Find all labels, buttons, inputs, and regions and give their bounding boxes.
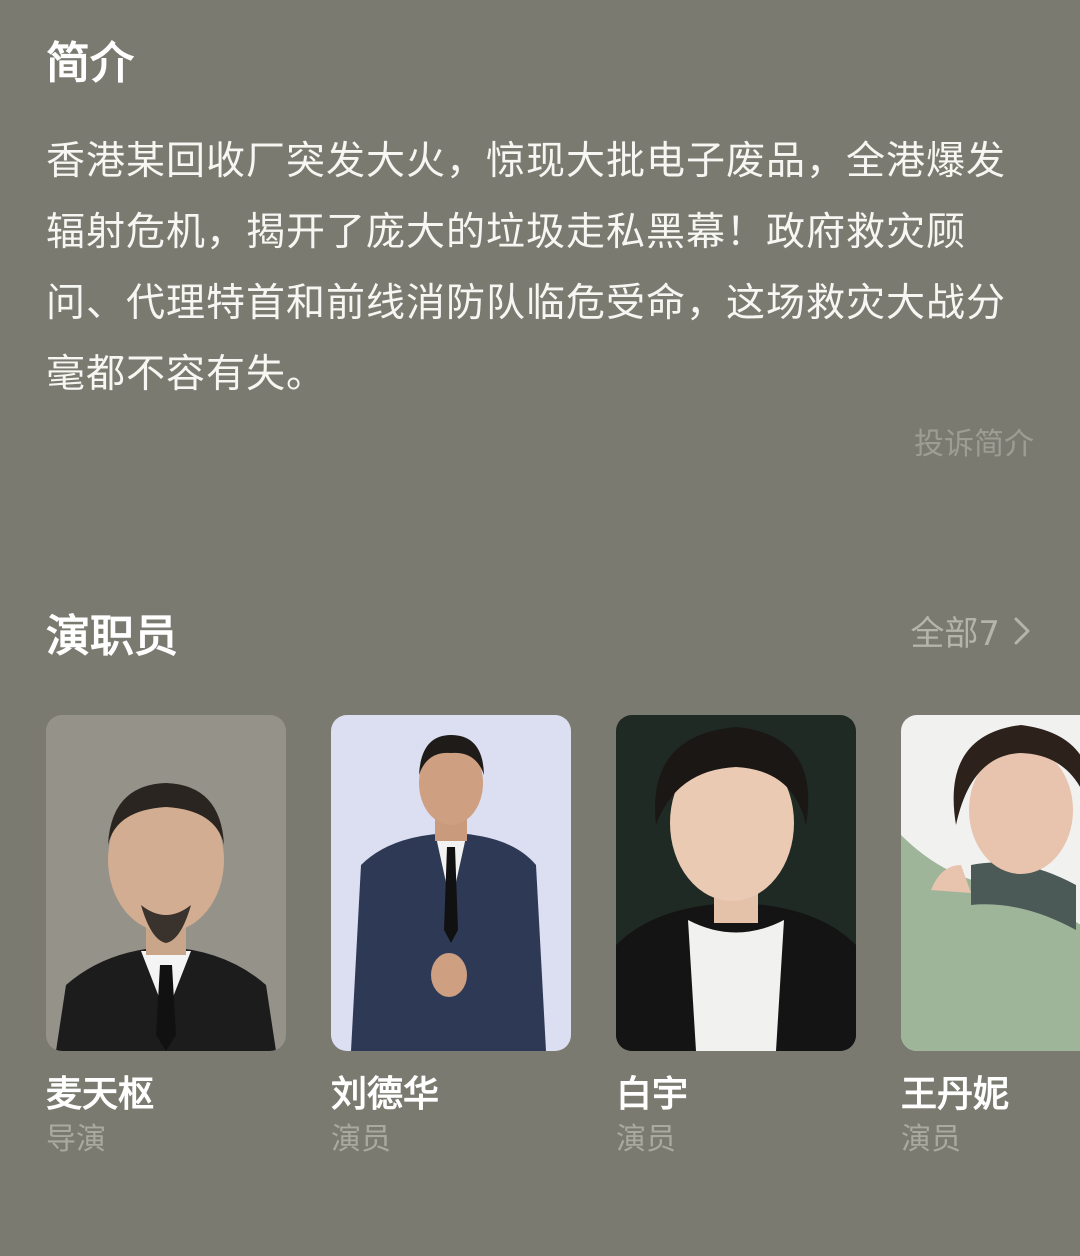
cast-role: 演员 bbox=[616, 1122, 676, 1158]
cast-card[interactable]: 麦天枢 导演 bbox=[46, 715, 286, 1158]
cast-photo bbox=[901, 715, 1080, 1051]
cast-all-label: 全部7 bbox=[910, 614, 1000, 654]
intro-text: 香港某回收厂突发大火，惊现大批电子废品，全港爆发辐射危机，揭开了庞大的垃圾走私黑… bbox=[46, 139, 1007, 397]
cast-title: 演职员 bbox=[46, 611, 178, 662]
cast-role: 导演 bbox=[46, 1122, 106, 1158]
cast-card[interactable]: 白宇 演员 bbox=[616, 715, 856, 1158]
cast-name: 刘德华 bbox=[331, 1074, 440, 1115]
cast-all-button[interactable]: 全部7 bbox=[910, 617, 1030, 651]
cast-role: 演员 bbox=[331, 1122, 391, 1158]
cast-role: 演员 bbox=[901, 1122, 961, 1158]
cast-card[interactable]: 王丹妮 演员 bbox=[901, 715, 1080, 1158]
intro-title: 简介 bbox=[46, 38, 134, 89]
chevron-right-icon bbox=[1014, 617, 1030, 651]
cast-name: 麦天枢 bbox=[46, 1074, 155, 1115]
cast-name: 王丹妮 bbox=[901, 1074, 1010, 1115]
cast-list: 麦天枢 导演 刘德华 演员 白宇 演员 王丹妮 演员 bbox=[46, 715, 1080, 1175]
cast-name: 白宇 bbox=[616, 1074, 689, 1115]
cast-photo bbox=[616, 715, 856, 1051]
cast-photo bbox=[46, 715, 286, 1051]
cast-photo bbox=[331, 715, 571, 1051]
cast-card[interactable]: 刘德华 演员 bbox=[331, 715, 571, 1158]
report-intro-link[interactable]: 投诉简介 bbox=[914, 430, 1034, 460]
